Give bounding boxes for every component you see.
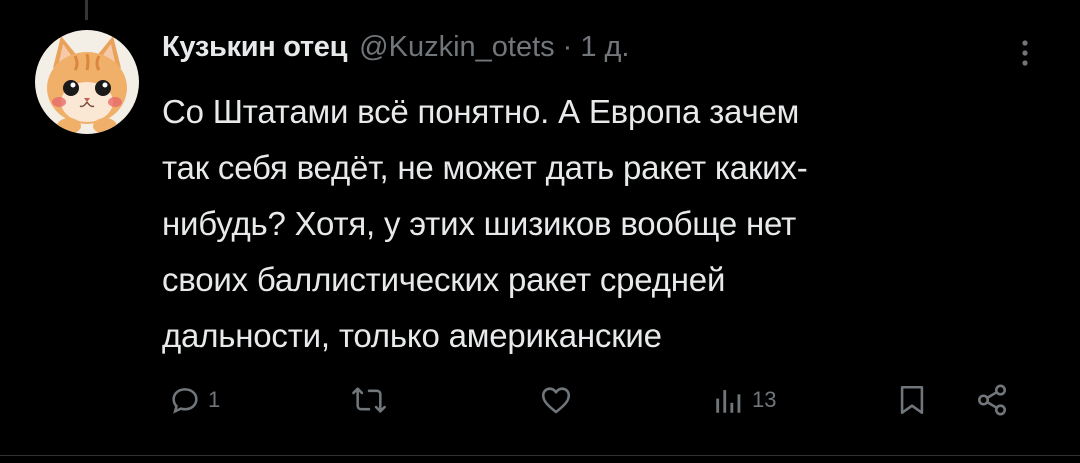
retweet-button[interactable]	[350, 375, 394, 425]
reply-icon	[168, 383, 202, 417]
tweet-text: Со Штатами всё понятно. А Европа зачем т…	[162, 93, 808, 354]
bookmark-icon	[895, 382, 929, 418]
author-handle[interactable]: @Kuzkin_otets	[359, 24, 554, 70]
tweet-action-bar: 1 13	[160, 375, 1040, 425]
views-count: 13	[752, 387, 777, 412]
share-icon	[975, 383, 1009, 417]
author-name[interactable]: Кузькин отец	[162, 24, 347, 70]
tweet-timestamp[interactable]: 1 д.	[580, 24, 629, 70]
tweet-header: Кузькин отец @Kuzkin_otets · 1 д.	[162, 24, 1042, 70]
like-button[interactable]	[538, 375, 580, 425]
views-icon	[712, 383, 746, 417]
more-options-icon[interactable]	[1010, 38, 1040, 68]
share-button[interactable]	[975, 375, 1009, 425]
heart-icon	[538, 383, 574, 417]
avatar[interactable]	[35, 30, 139, 134]
bookmark-button[interactable]	[895, 375, 929, 425]
tweet: Кузькин отец @Kuzkin_otets · 1 д. Со Шта…	[162, 24, 1042, 364]
thread-connector-line	[85, 0, 88, 20]
tweet-divider	[0, 455, 1080, 456]
reply-button[interactable]: 1	[168, 375, 220, 425]
reply-count: 1	[208, 387, 221, 412]
separator-dot: ·	[562, 31, 573, 63]
kitten-avatar-icon	[35, 30, 139, 134]
views-button[interactable]: 13	[712, 375, 776, 425]
retweet-icon	[350, 383, 388, 417]
